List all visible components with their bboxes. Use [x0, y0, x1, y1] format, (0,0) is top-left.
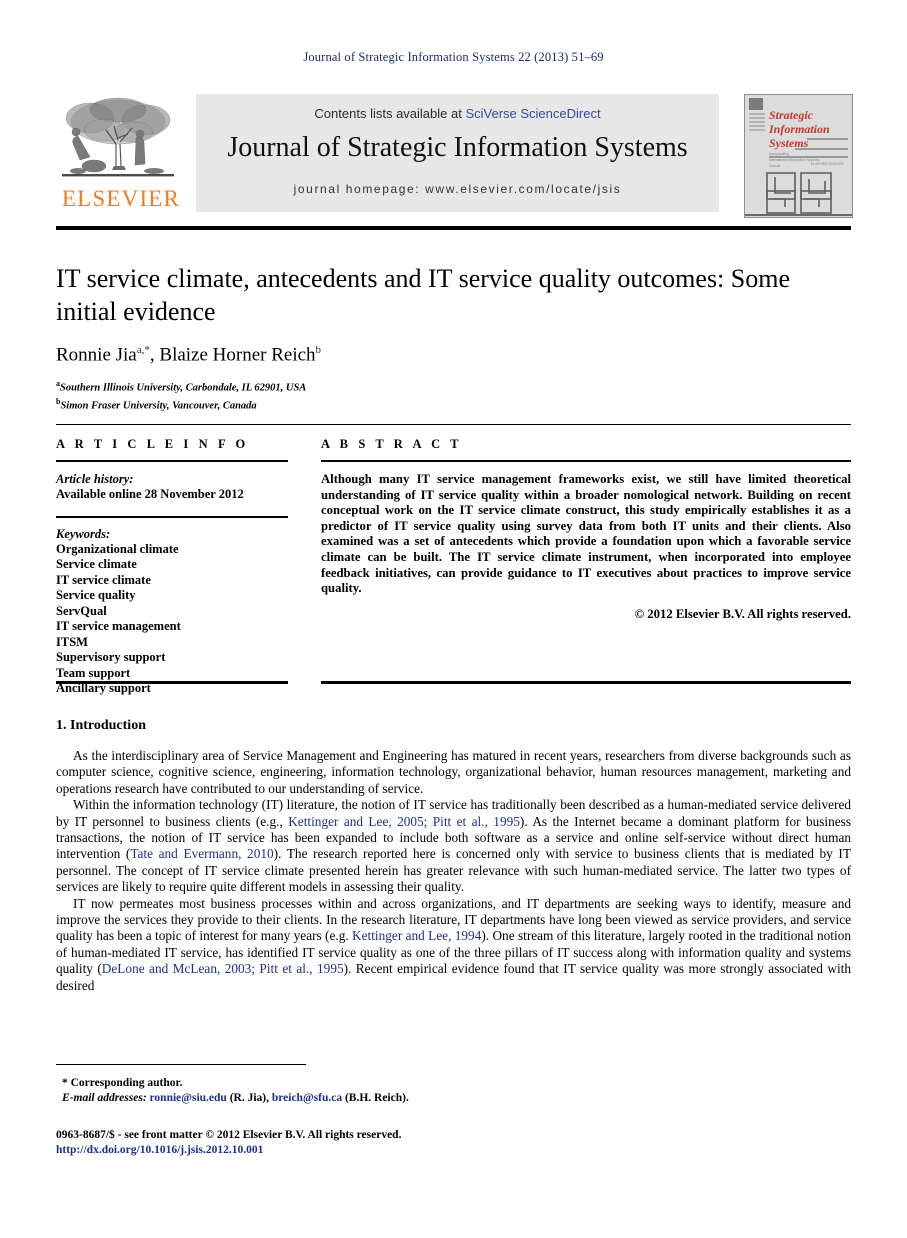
keywords-label: Keywords: [56, 526, 111, 541]
svg-text:Strategic: Strategic [769, 108, 814, 122]
svg-text:Systems: Systems [769, 136, 809, 150]
journal-homepage-link[interactable]: journal homepage: www.elsevier.com/locat… [196, 182, 719, 196]
email-owner-reich: (B.H. Reich). [344, 1091, 409, 1104]
author-separator: , [149, 344, 160, 366]
keyword-item: IT service climate [56, 572, 151, 587]
elsevier-wordmark: ELSEVIER [61, 186, 181, 211]
svg-text:Incorporating: Incorporating [769, 152, 789, 156]
abstract-heading: A B S T R A C T [321, 437, 463, 451]
keywords-rule [56, 515, 288, 518]
body-content: 1. Introduction As the interdisciplinary… [56, 718, 851, 994]
contents-lists-line: Contents lists available at SciVerse Sci… [196, 106, 719, 121]
abstract-text: Although many IT service management fram… [321, 472, 851, 596]
footnote-rule [56, 1064, 306, 1065]
author-name: Ronnie Jia [56, 344, 137, 366]
citation-link[interactable]: Kettinger and Lee, 2005; Pitt et al., 19… [288, 814, 520, 829]
author-list: Ronnie Jiaa,*, Blaize Horner Reichb [56, 344, 851, 366]
body-paragraph: Within the information technology (IT) l… [56, 797, 851, 895]
body-paragraph: IT now permeates most business processes… [56, 896, 851, 994]
paragraph-text: As the interdisciplinary area of Service… [56, 748, 851, 796]
title-block: IT service climate, antecedents and IT s… [56, 262, 851, 413]
email-owner-jia: (R. Jia), [229, 1091, 269, 1104]
svg-text:ELSEVIER SCIENCE: ELSEVIER SCIENCE [811, 162, 844, 166]
journal-banner: Contents lists available at SciVerse Sci… [196, 94, 719, 212]
contents-prefix: Contents lists available at [314, 106, 466, 121]
abstract-rule [321, 460, 851, 462]
email-link-jia[interactable]: ronnie@siu.edu [150, 1092, 227, 1104]
footnote-block: * Corresponding author. E-mail addresses… [56, 1076, 556, 1105]
elsevier-tree-icon [62, 97, 174, 177]
keyword-item: Service climate [56, 557, 137, 571]
citation-link[interactable]: DeLone and McLean, 2003; Pitt et al., 19… [102, 961, 344, 976]
body-paragraph: As the interdisciplinary area of Service… [56, 748, 851, 797]
article-history-label: Article history: [56, 472, 134, 486]
masthead-divider [56, 226, 851, 230]
elsevier-logo-block: ELSEVIER [56, 94, 191, 216]
email-addresses-note: E-mail addresses: ronnie@siu.edu (R. Jia… [62, 1091, 556, 1106]
email-label: E-mail addresses: [62, 1091, 147, 1104]
keyword-item: Organizational climate [56, 541, 179, 556]
running-head: Journal of Strategic Information Systems… [303, 50, 604, 64]
keyword-item: Team support [56, 665, 131, 680]
info-bottom-rule [56, 681, 288, 684]
abstract-bottom-rule [321, 681, 851, 684]
affiliation-text: Southern Illinois University, Carbondale… [60, 382, 307, 394]
keyword-item: IT service management [56, 619, 181, 633]
author-marks: a,* [136, 344, 150, 356]
section-heading-introduction: 1. Introduction [56, 718, 146, 733]
paper-page: Journal of Strategic Information Systems… [0, 0, 907, 1238]
page-title: IT service climate, antecedents and IT s… [56, 264, 791, 326]
author-marks: b [315, 344, 322, 356]
issn-copyright-line: 0963-8687/$ - see front matter © 2012 El… [56, 1129, 402, 1141]
info-section-top-rule [56, 424, 851, 425]
article-info-rule [56, 460, 288, 462]
journal-cover-thumbnail: Strategic Information Systems Incorporat… [744, 94, 853, 218]
article-history-value: Available online 28 November 2012 [56, 487, 244, 501]
article-info-heading: A R T I C L E I N F O [56, 437, 249, 451]
citation-link[interactable]: Kettinger and Lee, 1994 [352, 928, 481, 943]
cover-artwork: Strategic Information Systems Incorporat… [745, 95, 852, 217]
colophon-block: 0963-8687/$ - see front matter © 2012 El… [56, 1128, 656, 1158]
keyword-item: ITSM [56, 634, 88, 649]
citation-link[interactable]: Tate and Evermann, 2010 [130, 846, 273, 861]
corresponding-author-note: * Corresponding author. [62, 1077, 183, 1089]
journal-masthead: ELSEVIER Contents lists available at Sci… [56, 94, 853, 222]
sciencedirect-link[interactable]: SciVerse ScienceDirect [465, 106, 600, 121]
keyword-item: Service quality [56, 588, 136, 602]
abstract-column: A B S T R A C T Although many IT service… [321, 437, 851, 622]
author-name: Blaize Horner Reich [159, 344, 316, 366]
abstract-copyright: © 2012 Elsevier B.V. All rights reserved… [634, 606, 851, 621]
keyword-item: ServQual [56, 603, 107, 618]
email-link-reich[interactable]: breich@sfu.ca [272, 1092, 342, 1104]
affiliation: bSimon Fraser University, Vancouver, Can… [56, 395, 851, 413]
affiliation-text: Simon Fraser University, Vancouver, Cana… [60, 400, 257, 412]
keyword-list: Organizational climate Service climate I… [56, 542, 288, 697]
doi-link[interactable]: http://dx.doi.org/10.1016/j.jsis.2012.10… [56, 1143, 656, 1158]
affiliation: aSouthern Illinois University, Carbondal… [56, 377, 851, 395]
svg-text:Information: Information [768, 122, 830, 136]
journal-title: Journal of Strategic Information Systems [227, 132, 688, 163]
article-info-column: A R T I C L E I N F O Article history: A… [56, 437, 288, 697]
svg-text:Journal: Journal [769, 164, 780, 168]
keyword-item: Supervisory support [56, 650, 166, 664]
